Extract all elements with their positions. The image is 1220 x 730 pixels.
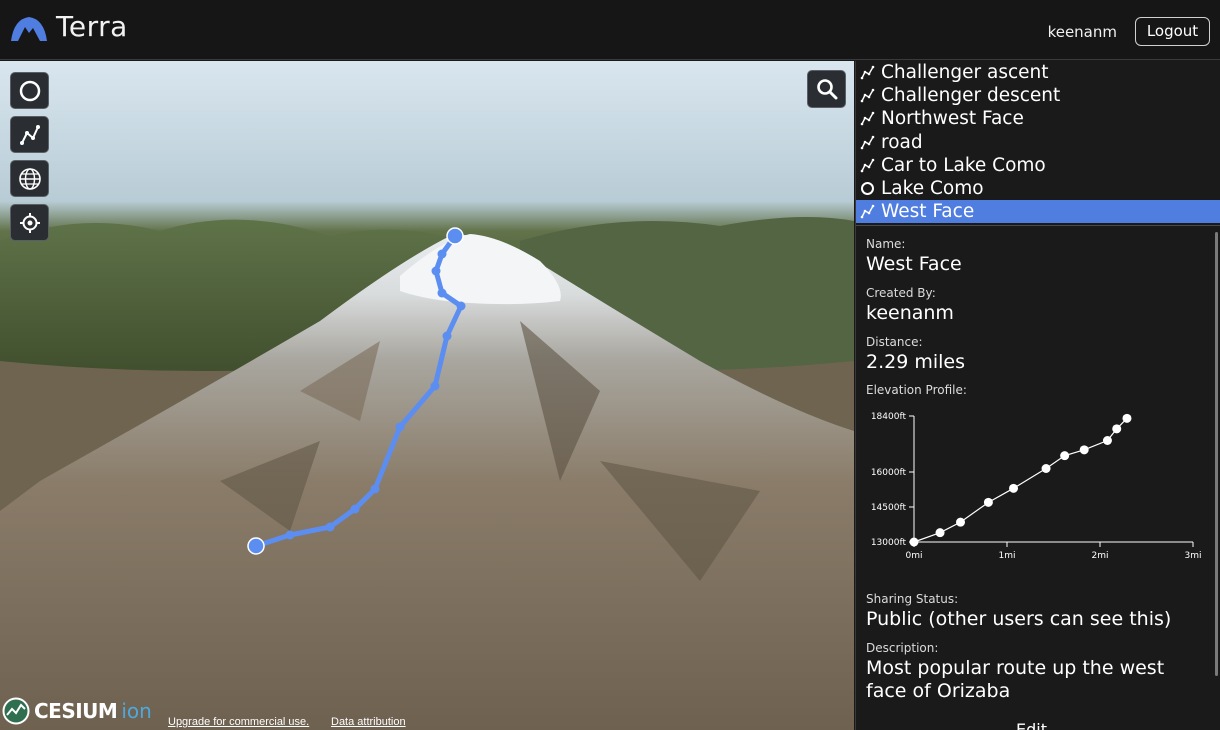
y-tick-label: 18400ft <box>871 412 907 422</box>
route-list-item-label: Car to Lake Como <box>881 155 1046 176</box>
route-list-item-label: Lake Como <box>881 178 984 199</box>
search-icon <box>816 79 837 100</box>
route-waypoint[interactable] <box>456 301 466 311</box>
route-icon <box>860 135 875 150</box>
crosshair-icon <box>19 212 40 233</box>
x-tick-label: 3mi <box>1185 551 1202 561</box>
y-tick-label: 13000ft <box>871 538 907 548</box>
logout-button[interactable]: Logout <box>1135 17 1210 46</box>
route-list-item-label: Challenger descent <box>881 85 1061 106</box>
route-icon <box>860 204 875 219</box>
top-bar: Terra keenanm Logout <box>0 0 1220 60</box>
route-list-item[interactable]: road <box>856 131 1220 154</box>
elevation-point <box>1102 436 1112 445</box>
x-tick-label: 2mi <box>1092 551 1109 561</box>
elevation-chart: 13000ft 14500ft 16000ft 18400ft 0mi 1mi 2mi 3mi <box>871 412 1202 561</box>
route-path[interactable] <box>255 234 464 549</box>
elevation-point <box>909 537 919 547</box>
locate-tool-button[interactable] <box>10 204 49 241</box>
route-list-item-label: Challenger ascent <box>881 62 1049 83</box>
elevation-point <box>1060 451 1070 461</box>
route-endpoint[interactable] <box>247 537 265 555</box>
sharing-status-label: Sharing Status: <box>866 592 959 606</box>
data-attribution-link[interactable]: Data attribution <box>331 716 406 728</box>
elevation-point <box>983 497 993 507</box>
route-icon <box>860 65 875 80</box>
x-tick-label: 0mi <box>906 551 923 561</box>
route-waypoint[interactable] <box>285 530 295 540</box>
elevation-point <box>1122 413 1132 423</box>
route-list-item[interactable]: Challenger ascent <box>856 61 1220 84</box>
elevation-point <box>1041 464 1051 473</box>
distance-value: 2.29 miles <box>866 351 965 373</box>
route-waypoint[interactable] <box>395 422 405 432</box>
route-overlay <box>247 227 466 555</box>
elevation-point <box>935 528 945 538</box>
y-tick-label: 16000ft <box>871 468 907 478</box>
route-waypoint[interactable] <box>437 249 447 259</box>
route-waypoint[interactable] <box>442 331 452 341</box>
route-icon <box>860 158 875 173</box>
route-list-item[interactable]: Challenger descent <box>856 84 1220 107</box>
route-waypoint[interactable] <box>350 504 360 514</box>
created-by-label: Created By: <box>866 286 936 300</box>
map-search-button[interactable] <box>807 70 846 108</box>
elevation-line <box>913 417 1128 543</box>
cesium-ion-logo[interactable]: CESIUM ion <box>2 695 170 727</box>
route-list: Challenger ascent Challenger descent North… <box>856 61 1220 226</box>
route-waypoint[interactable] <box>370 484 380 494</box>
route-waypoint[interactable] <box>437 288 447 298</box>
name-value: West Face <box>866 253 962 275</box>
route-icon <box>19 124 40 145</box>
details-scrollbar[interactable] <box>1215 232 1218 676</box>
upgrade-link[interactable]: Upgrade for commercial use. <box>168 716 309 728</box>
edit-button[interactable]: Edit <box>1016 720 1047 730</box>
circle-icon <box>19 80 40 101</box>
route-details: Name: West Face Created By: keenanm Dist… <box>856 227 1214 730</box>
elevation-point <box>1112 424 1122 434</box>
cesium-brand-text: CESIUM <box>34 699 118 723</box>
cesium-ion-text: ion <box>121 699 152 723</box>
route-list-item[interactable]: Lake Como <box>856 177 1220 200</box>
map-view[interactable]: CESIUM ion Upgrade for commercial use. D… <box>0 61 854 730</box>
circle-tool-button[interactable] <box>10 72 49 109</box>
route-list-item-label: West Face <box>881 201 975 222</box>
globe-tool-button[interactable] <box>10 160 49 197</box>
cesium-logo-icon <box>2 697 30 725</box>
description-label: Description: <box>866 641 939 655</box>
circle-icon <box>861 182 874 195</box>
elevation-profile-label: Elevation Profile: <box>866 383 967 397</box>
route-endpoint[interactable] <box>446 227 464 245</box>
x-tick-label: 1mi <box>999 551 1016 561</box>
side-panel: Challenger ascent Challenger descent North… <box>855 61 1220 730</box>
sharing-status-value: Public (other users can see this) <box>866 608 1172 630</box>
route-list-item[interactable]: Northwest Face <box>856 107 1220 130</box>
mountain-logo-icon <box>11 17 47 41</box>
route-list-item[interactable]: West Face <box>856 200 1220 223</box>
description-value: Most popular route up the west face of O… <box>866 657 1165 702</box>
elevation-point <box>1009 483 1019 493</box>
route-list-item-label: road <box>881 132 923 153</box>
route-waypoint[interactable] <box>325 522 335 532</box>
elevation-point <box>956 517 965 527</box>
route-list-item[interactable]: Car to Lake Como <box>856 154 1220 177</box>
distance-label: Distance: <box>866 335 923 349</box>
route-waypoint[interactable] <box>430 381 440 391</box>
elevation-point <box>1079 445 1089 455</box>
app-title: Terra <box>56 10 128 43</box>
route-waypoint[interactable] <box>431 266 441 276</box>
username: keenanm <box>1047 23 1117 41</box>
route-icon <box>860 111 875 126</box>
route-tool-button[interactable] <box>10 116 49 153</box>
route-list-item-label: Northwest Face <box>881 108 1024 129</box>
created-by-value: keenanm <box>866 302 954 324</box>
globe-icon <box>18 167 41 190</box>
y-tick-label: 14500ft <box>871 503 907 513</box>
name-label: Name: <box>866 237 906 251</box>
route-icon <box>860 88 875 103</box>
